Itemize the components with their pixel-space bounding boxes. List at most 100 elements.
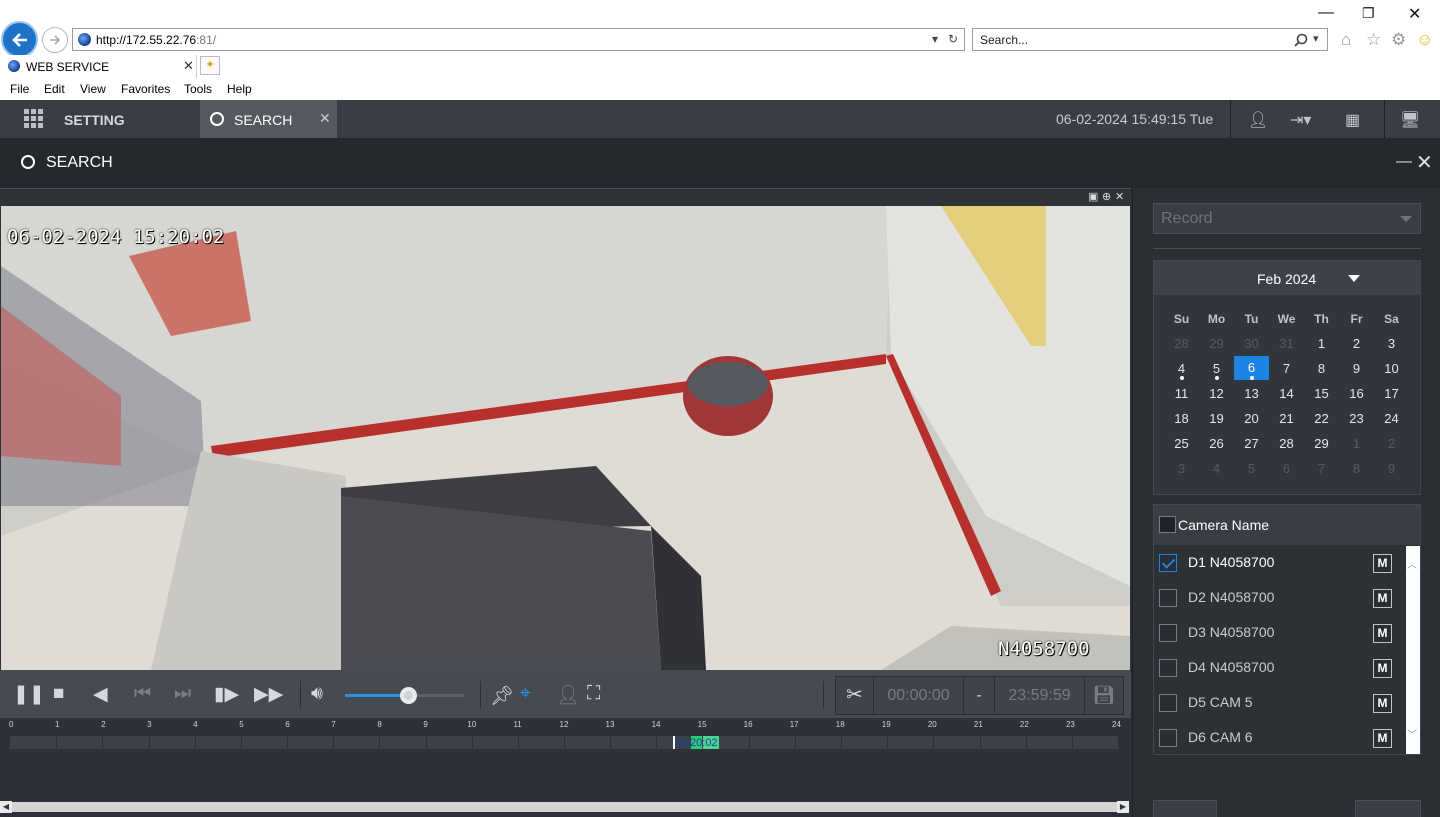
calendar-day[interactable]: 15	[1304, 381, 1339, 406]
calendar-day[interactable]: 20	[1234, 406, 1269, 431]
select-all-checkbox[interactable]	[1159, 516, 1176, 533]
menu-favorites[interactable]: Favorites	[121, 82, 170, 96]
video-window[interactable]: 06-02-2024 15:20:02 N4058700	[1, 206, 1130, 670]
calendar-day[interactable]: 8	[1339, 456, 1374, 481]
calendar-day[interactable]: 19	[1199, 406, 1234, 431]
restore-window-icon[interactable]: ❐	[1362, 5, 1375, 22]
panel-button-left[interactable]	[1153, 800, 1217, 817]
digital-zoom-icon[interactable]: ⌖	[520, 683, 531, 705]
calendar-day[interactable]: 27	[1234, 431, 1269, 456]
close-video-icon[interactable]: ✕	[1115, 190, 1124, 203]
tab-setting[interactable]: SETTING	[64, 112, 125, 128]
calendar-day[interactable]: 8	[1304, 356, 1339, 381]
calendar-day[interactable]: 2	[1339, 331, 1374, 356]
search-dropdown-icon[interactable]: ▾	[1313, 32, 1319, 45]
menu-help[interactable]: Help	[227, 82, 252, 96]
fullscreen-icon[interactable]: ⛶	[587, 683, 600, 705]
calendar-day[interactable]: 13	[1234, 381, 1269, 406]
zoom-in-icon[interactable]: ⊕	[1102, 190, 1111, 203]
camera-row[interactable]: D6 CAM 6 M	[1154, 721, 1406, 756]
calendar-day[interactable]: 3	[1164, 456, 1199, 481]
camera-checkbox[interactable]	[1159, 694, 1177, 712]
calendar-day[interactable]: 9	[1374, 456, 1409, 481]
smart-search-person-icon[interactable]: 👤︎	[556, 683, 580, 707]
camera-row[interactable]: D1 N4058700 M	[1154, 546, 1406, 581]
camera-row[interactable]: D3 N4058700 M	[1154, 616, 1406, 651]
calendar-header[interactable]: Feb 2024	[1154, 261, 1420, 295]
address-bar[interactable]: http://172.55.22.76:81/ ▾ ↻	[72, 28, 965, 51]
calendar-day[interactable]: 29	[1304, 431, 1339, 456]
clip-end-time[interactable]: 23:59:59	[995, 677, 1085, 714]
panel-button-right[interactable]	[1355, 800, 1421, 817]
calendar-day[interactable]: 18	[1164, 406, 1199, 431]
new-tab-button[interactable]: ✦	[200, 56, 220, 75]
snapshot-icon[interactable]: ▣	[1088, 190, 1098, 203]
camera-row[interactable]: D2 N4058700 M	[1154, 581, 1406, 616]
step-forward-icon[interactable]: ▮▶	[214, 683, 239, 706]
timeline-track[interactable]: 15:20:02	[10, 736, 1118, 749]
minimize-panel-icon[interactable]: —	[1396, 153, 1412, 171]
timeline[interactable]: 0 1 2 3 4 5 6 7 8 9 10 11 12 13 14 15 16 17 18 19 20 21 22 23 24…	[0, 718, 1131, 800]
camera-m-button[interactable]: M	[1373, 554, 1392, 573]
calendar-day[interactable]: 22	[1304, 406, 1339, 431]
camera-checkbox[interactable]	[1159, 554, 1177, 572]
monitor-display-icon[interactable]: 🖥︎	[1400, 110, 1420, 130]
tab-search[interactable]: SEARCH ✕	[200, 100, 337, 138]
play-backward-icon[interactable]: ◀	[93, 683, 108, 706]
camera-checkbox[interactable]	[1159, 729, 1177, 747]
camera-row[interactable]: D4 N4058700 M	[1154, 651, 1406, 686]
close-window-icon[interactable]: ✕	[1408, 4, 1421, 24]
calendar-day[interactable]: 21	[1269, 406, 1304, 431]
fast-forward-icon[interactable]: ▶▶	[254, 683, 283, 706]
calendar-day[interactable]: 23	[1339, 406, 1374, 431]
camera-checkbox[interactable]	[1159, 624, 1177, 642]
settings-gear-icon[interactable]: ⚙	[1391, 30, 1406, 50]
browser-tab[interactable]: WEB SERVICE ✕	[0, 55, 197, 78]
clip-start-time[interactable]: 00:00:00	[874, 677, 964, 714]
close-search-tab-icon[interactable]: ✕	[319, 110, 331, 127]
camera-m-button[interactable]: M	[1373, 694, 1392, 713]
calendar-day[interactable]: 7	[1304, 456, 1339, 481]
qr-code-icon[interactable]: ▦	[1345, 110, 1360, 130]
calendar-day[interactable]: 17	[1374, 381, 1409, 406]
refresh-icon[interactable]: ↻	[948, 32, 958, 46]
volume-knob[interactable]	[400, 687, 418, 704]
address-dropdown-icon[interactable]: ▾	[932, 32, 938, 46]
scroll-left-icon[interactable]: ◀	[0, 801, 12, 813]
camera-m-button[interactable]: M	[1373, 729, 1392, 748]
calendar-day[interactable]: 1	[1304, 331, 1339, 356]
menu-file[interactable]: File	[10, 82, 29, 96]
record-type-select[interactable]: Record	[1153, 203, 1421, 234]
smiley-feedback-icon[interactable]: ☺	[1416, 30, 1433, 50]
volume-icon[interactable]: 🔊︎	[311, 683, 323, 705]
camera-checkbox[interactable]	[1159, 589, 1177, 607]
calendar-day[interactable]: 4	[1164, 356, 1199, 381]
month-dropdown-icon[interactable]	[1348, 275, 1360, 282]
calendar-day[interactable]: 14	[1269, 381, 1304, 406]
calendar-day-selected[interactable]: 6	[1234, 356, 1269, 380]
camera-row[interactable]: D5 CAM 5 M	[1154, 686, 1406, 721]
scroll-right-icon[interactable]: ▶	[1117, 801, 1129, 813]
minimize-window-icon[interactable]: —	[1318, 4, 1334, 22]
user-icon[interactable]: 👤︎	[1248, 110, 1268, 130]
close-panel-icon[interactable]: ✕	[1416, 150, 1433, 175]
calendar-day[interactable]: 10	[1374, 356, 1409, 381]
camera-m-button[interactable]: M	[1373, 659, 1392, 678]
stop-icon[interactable]: ■	[53, 683, 64, 705]
calendar-day[interactable]: 26	[1199, 431, 1234, 456]
calendar-day[interactable]: 12	[1199, 381, 1234, 406]
volume-slider[interactable]	[345, 687, 464, 704]
back-button[interactable]	[1, 21, 38, 58]
menu-edit[interactable]: Edit	[44, 82, 65, 96]
logout-icon[interactable]: ⇥▾	[1290, 110, 1311, 130]
scroll-track[interactable]	[12, 802, 1117, 812]
camera-checkbox[interactable]	[1159, 659, 1177, 677]
pause-icon[interactable]: ❚❚	[13, 683, 45, 706]
menu-view[interactable]: View	[80, 82, 106, 96]
calendar-day[interactable]: 2	[1374, 431, 1409, 456]
forward-button[interactable]	[42, 27, 68, 53]
calendar-day[interactable]: 28	[1164, 331, 1199, 356]
scroll-up-icon[interactable]: ︿	[1407, 556, 1417, 571]
menu-tools[interactable]: Tools	[184, 82, 212, 96]
pin-tag-icon[interactable]: 📌︎	[490, 684, 514, 708]
